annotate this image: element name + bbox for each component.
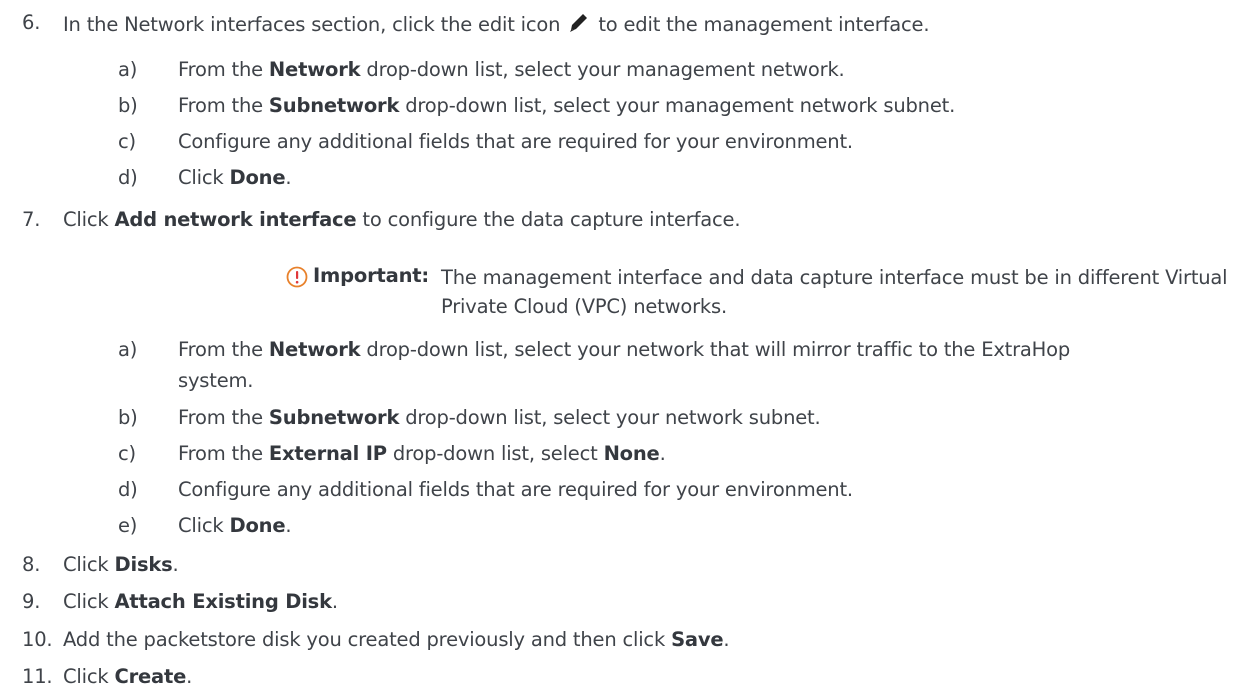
- note-text: The management interface and data captur…: [441, 266, 1228, 318]
- step-number: 6.: [22, 11, 41, 34]
- substep-text: From the Subnetwork drop-down list, sele…: [178, 406, 821, 429]
- substep-letter: d): [118, 478, 138, 501]
- ui-term: Create: [114, 665, 187, 688]
- ui-term: External IP: [268, 442, 387, 465]
- substep-text: From the Network drop-down list, select …: [178, 58, 845, 81]
- step-8-text: Click Disks.: [63, 553, 179, 576]
- step-9-text: Click Attach Existing Disk.: [63, 590, 338, 613]
- substep-text: From the External IP drop-down list, sel…: [178, 442, 666, 465]
- ui-term: None: [603, 442, 660, 465]
- substep-text: Configure any additional fields that are…: [178, 478, 853, 501]
- substep-letter: c): [118, 130, 136, 153]
- step-6-text: In the Network interfaces section, click…: [63, 12, 930, 38]
- substep-letter: a): [118, 338, 138, 361]
- substep-letter: d): [118, 166, 138, 189]
- ui-term: Done: [229, 166, 286, 189]
- substep-text: Click Done.: [178, 514, 292, 537]
- ui-term: Subnetwork: [268, 94, 400, 117]
- ui-term: Network: [268, 58, 361, 81]
- step-11-text: Click Create.: [63, 665, 193, 688]
- substep-text: From the Network drop-down list, select …: [178, 338, 1071, 361]
- ui-term: Network: [268, 338, 361, 361]
- ui-term: Done: [229, 514, 286, 537]
- step-number: 11.: [22, 665, 53, 688]
- ui-term: Disks: [114, 553, 173, 576]
- step-7-text: Click Add network interface to configure…: [63, 208, 741, 231]
- step-text-part: In the Network interfaces section, click…: [63, 13, 561, 36]
- substep-text-continuation: system.: [178, 369, 254, 392]
- important-icon: [286, 266, 308, 288]
- substep-letter: b): [118, 94, 138, 117]
- note-label: Important:: [313, 264, 430, 287]
- pencil-icon: [570, 14, 588, 32]
- substep-text: Configure any additional fields that are…: [178, 130, 853, 153]
- step-10-text: Add the packetstore disk you created pre…: [63, 628, 730, 651]
- ui-term: Attach Existing Disk: [114, 590, 332, 613]
- step-number: 7.: [22, 208, 41, 231]
- substep-letter: e): [118, 514, 138, 537]
- substep-text: From the Subnetwork drop-down list, sele…: [178, 94, 956, 117]
- substep-letter: c): [118, 442, 136, 465]
- ui-term: Subnetwork: [268, 406, 400, 429]
- substep-letter: a): [118, 58, 138, 81]
- substep-letter: b): [118, 406, 138, 429]
- step-number: 10.: [22, 628, 53, 651]
- step-number: 9.: [22, 590, 41, 613]
- ui-term: Add network interface: [114, 208, 357, 231]
- substep-text: Click Done.: [178, 166, 292, 189]
- ui-term: Save: [671, 628, 724, 651]
- step-number: 8.: [22, 553, 41, 576]
- step-text-part: to edit the management interface.: [598, 13, 930, 36]
